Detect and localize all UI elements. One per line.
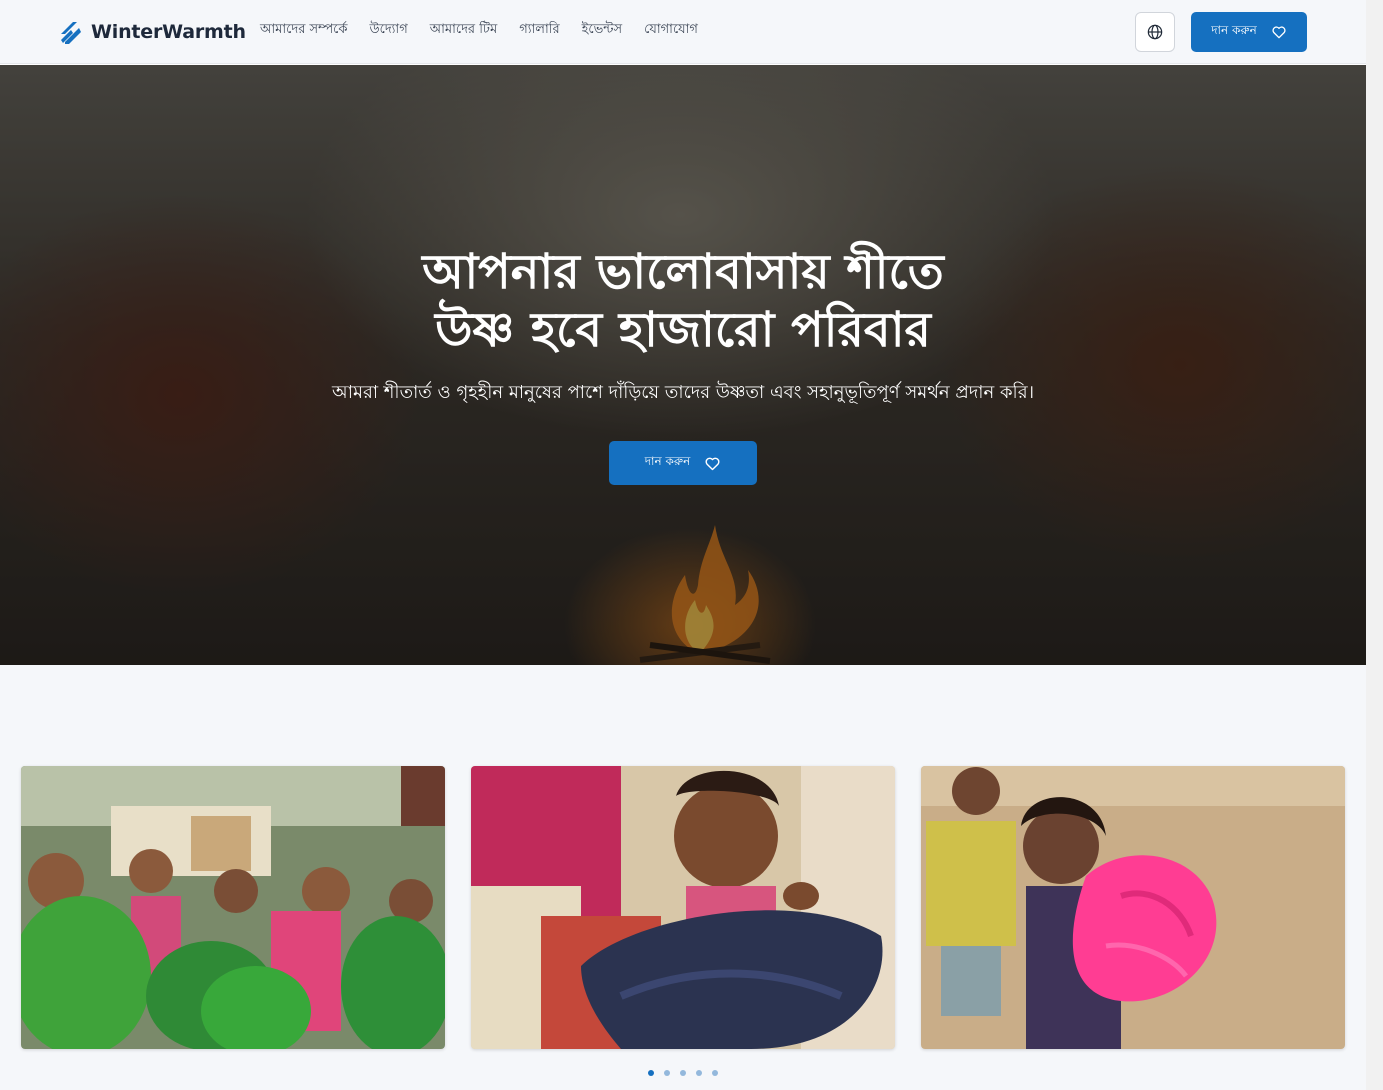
carousel-pagination <box>648 1070 718 1076</box>
children-green-blankets-photo <box>21 766 445 1049</box>
hero-subtitle: আমরা শীতার্ত ও গৃহহীন মানুষের পাশে দাঁড়… <box>331 382 1035 403</box>
hero-donate-button[interactable]: দান করুন <box>609 441 757 485</box>
carousel-dot-4[interactable] <box>696 1070 702 1076</box>
nav-item-gallery[interactable]: গ্যালারি <box>519 20 559 40</box>
page-scrollbar[interactable] <box>1366 0 1383 1090</box>
nav-item-initiatives[interactable]: উদ্যোগ <box>369 20 407 40</box>
top-navbar: WinterWarmth আমাদের সম্পর্কে উদ্যোগ আমাদ… <box>0 0 1366 64</box>
brand-link[interactable]: WinterWarmth <box>59 19 246 45</box>
carousel-slide-2[interactable] <box>471 766 895 1049</box>
hero-donate-label: দান করুন <box>644 454 691 468</box>
language-button[interactable] <box>1135 12 1175 52</box>
double-slash-logo-icon <box>61 22 81 44</box>
nav-item-contact[interactable]: যোগাযোগ <box>644 20 698 40</box>
heart-icon <box>1272 26 1286 39</box>
heart-icon <box>705 457 720 470</box>
nav-item-events[interactable]: ইভেন্টস <box>582 20 623 40</box>
carousel-dot-3[interactable] <box>680 1070 686 1076</box>
nav-item-team[interactable]: আমাদের টিম <box>430 20 498 40</box>
hero-overlay <box>0 65 1366 665</box>
carousel-dot-2[interactable] <box>664 1070 670 1076</box>
nav-item-about[interactable]: আমাদের সম্পর্কে <box>260 20 347 40</box>
carousel-slide-3[interactable] <box>921 766 1345 1049</box>
hero-title: আপনার ভালোবাসায় শীতে উষ্ণ হবে হাজারো পর… <box>283 243 1083 359</box>
nav-donate-button[interactable]: দান করুন <box>1191 12 1307 52</box>
hero-title-line-1: আপনার ভালোবাসায় শীতে <box>422 244 944 300</box>
nav-donate-label: দান করুন <box>1211 23 1257 37</box>
carousel-dot-1[interactable] <box>648 1070 654 1076</box>
girl-pink-blanket-photo <box>921 766 1345 1049</box>
carousel-slide-1[interactable] <box>21 766 445 1049</box>
girl-dark-blanket-photo <box>471 766 895 1049</box>
hero-title-line-2: উষ্ণ হবে হাজারো পরিবার <box>435 302 931 358</box>
main-nav: আমাদের সম্পর্কে উদ্যোগ আমাদের টিম গ্যালা… <box>260 20 698 40</box>
gallery-carousel <box>0 665 1366 1090</box>
hero-section: আপনার ভালোবাসায় শীতে উষ্ণ হবে হাজারো পর… <box>0 65 1366 665</box>
brand-name: WinterWarmth <box>91 21 246 43</box>
globe-icon <box>1147 24 1163 40</box>
carousel-dot-5[interactable] <box>712 1070 718 1076</box>
